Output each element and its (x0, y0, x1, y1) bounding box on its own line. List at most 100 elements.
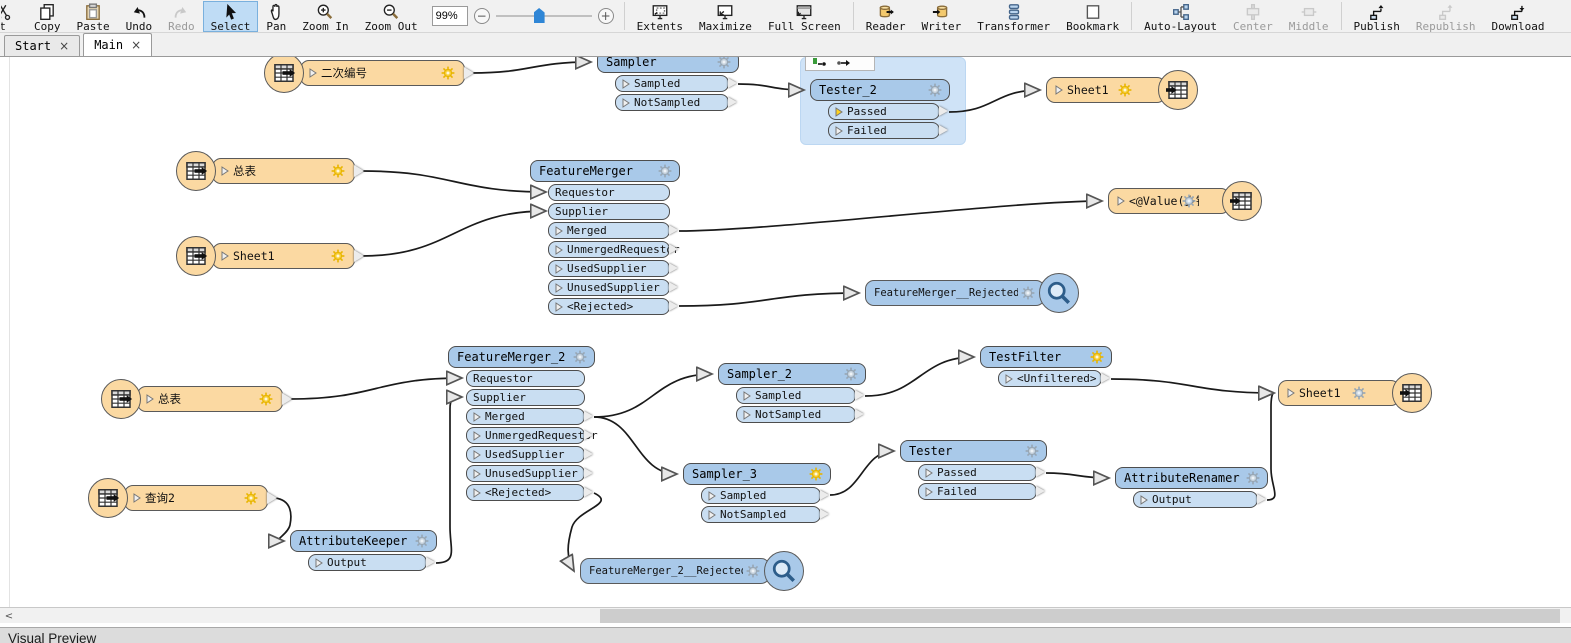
tab-close-icon[interactable]: × (131, 38, 141, 52)
transformer-title-bar[interactable]: FeatureMerger (530, 160, 680, 182)
port-failed[interactable]: Failed (918, 483, 1037, 500)
transformer-title-bar[interactable]: FeatureMerger_2 (448, 346, 595, 368)
node-featuremerger-2[interactable]: FeatureMerger_2 RequestorSupplierMergedU… (448, 346, 619, 507)
insert-transformer-icon[interactable] (812, 57, 828, 73)
node-reader-chaxun2[interactable]: 查询2 (88, 478, 288, 518)
scroll-left-arrow-icon[interactable]: < (2, 609, 16, 623)
reader-node-body[interactable]: 总表 (137, 386, 283, 412)
scrollbar-thumb[interactable] (600, 609, 1560, 623)
horizontal-scrollbar[interactable]: < (0, 607, 1571, 623)
gear-icon[interactable] (927, 82, 943, 98)
transformer-title-bar[interactable]: TestFilter (980, 346, 1112, 368)
port-requestor[interactable]: Requestor (548, 184, 670, 201)
toolbar-button-undo[interactable]: Undo (118, 1, 161, 32)
workflow-canvas[interactable]: 二次编号 Sampler SampledNotSampled Tester_2 … (0, 57, 1571, 607)
wire-e7[interactable] (679, 293, 859, 306)
output-connector[interactable] (282, 393, 292, 405)
toolbar-button-select[interactable]: Select (203, 1, 259, 32)
zoom-slider-thumb[interactable] (534, 8, 545, 23)
port-supplier[interactable]: Supplier (548, 203, 670, 220)
zoom-slider[interactable] (496, 8, 592, 24)
writer-node-body[interactable]: Sheet1 (1278, 380, 1400, 406)
wire-e6[interactable] (679, 201, 1102, 231)
gear-icon[interactable] (716, 57, 732, 70)
node-tester[interactable]: Tester PassedFailed (900, 440, 1071, 506)
reader-node-body[interactable]: 总表 (212, 158, 355, 184)
port-sampled[interactable]: Sampled (615, 75, 729, 92)
node-attributerenamer[interactable]: AttributeRenamer Output (1115, 467, 1292, 514)
toolbar-button-transformer[interactable]: Transformer (969, 1, 1058, 32)
gear-icon[interactable] (843, 366, 859, 382)
gear-icon[interactable] (808, 466, 824, 482)
gear-icon[interactable] (1351, 385, 1367, 401)
node-reader-erci-bianhao[interactable]: 二次编号 (264, 57, 485, 93)
gear-icon[interactable] (1117, 82, 1133, 98)
floating-mini-toolbar[interactable] (805, 57, 875, 71)
node-featuremerger[interactable]: FeatureMerger Requestor Supplier Merged Unm… (530, 160, 704, 321)
port-passed[interactable]: Passed (918, 464, 1037, 481)
transformer-title-bar[interactable]: Sampler (597, 57, 739, 73)
port-unmergedrequestor[interactable]: UnmergedRequestor (548, 241, 670, 258)
wire-e8[interactable] (290, 378, 462, 399)
zoom-percent-input[interactable] (432, 6, 468, 26)
gear-icon[interactable] (330, 163, 346, 179)
wire-e4[interactable] (362, 171, 546, 192)
gear-icon[interactable] (1020, 285, 1036, 301)
wire-e1[interactable] (472, 62, 591, 73)
gear-icon[interactable] (1181, 193, 1197, 209)
toolbar-button-full-screen[interactable]: Full Screen (760, 1, 849, 32)
gear-icon[interactable] (440, 65, 456, 81)
port-rejected[interactable]: <Rejected> (548, 298, 670, 315)
output-connector[interactable] (267, 492, 277, 504)
node-writer-value-xiangzhen[interactable]: <@Value(乡镇)> (1108, 181, 1270, 221)
node-reader-zongbiao-top[interactable]: 总表 (176, 151, 375, 191)
toolbar-button-zoom-in[interactable]: Zoom In (294, 1, 356, 32)
node-reader-sheet1[interactable]: Sheet1 (176, 236, 375, 276)
port-unusedsupplier[interactable]: UnusedSupplier (548, 279, 670, 296)
gear-icon[interactable] (1024, 443, 1040, 459)
port-rejected[interactable]: <Rejected> (466, 484, 585, 501)
node-reader-zongbiao-bottom[interactable]: 总表 (101, 379, 303, 419)
inspector-node-body[interactable]: FeatureMerger_2__Rejected_ (580, 558, 770, 584)
port-unfiltered[interactable]: <Unfiltered> (998, 370, 1102, 387)
toolbar-button-auto-layout[interactable]: Auto-Layout (1136, 1, 1225, 32)
gear-icon[interactable] (414, 533, 430, 549)
wire-e5[interactable] (362, 211, 546, 256)
port-merged[interactable]: Merged (548, 222, 670, 239)
port-sampled[interactable]: Sampled (736, 387, 856, 404)
port-output[interactable]: Output (308, 554, 427, 571)
toolbar-button-pan[interactable]: Pan (258, 1, 294, 32)
zoom-increase-button[interactable]: + (598, 8, 614, 24)
node-testfilter[interactable]: TestFilter <Unfiltered> (980, 346, 1136, 393)
visual-preview-panel-header[interactable]: Visual Preview (0, 627, 1571, 643)
tab-close-icon[interactable]: × (59, 39, 69, 53)
node-inspector-featuremerger-2-rejected[interactable]: FeatureMerger_2__Rejected_ (580, 551, 816, 591)
gear-icon[interactable] (657, 163, 673, 179)
port-usedsupplier[interactable]: UsedSupplier (548, 260, 670, 277)
zoom-decrease-button[interactable]: − (474, 8, 490, 24)
port-sampled[interactable]: Sampled (701, 487, 821, 504)
reader-node-body[interactable]: 二次编号 (300, 60, 465, 86)
toolbar-button-publish[interactable]: Publish (1346, 1, 1408, 32)
node-writer-sheet1-top[interactable]: Sheet1 (1046, 70, 1206, 110)
gear-icon[interactable] (330, 248, 346, 264)
gear-icon[interactable] (258, 391, 274, 407)
writer-node-body[interactable]: <@Value(乡镇)> (1108, 188, 1230, 214)
output-connector[interactable] (464, 67, 474, 79)
transformer-title-bar[interactable]: AttributeKeeper (290, 530, 437, 552)
port-passed[interactable]: Passed (828, 103, 940, 120)
port-notsampled[interactable]: NotSampled (701, 506, 821, 523)
output-connector[interactable] (354, 250, 364, 262)
port-merged[interactable]: Merged (466, 408, 585, 425)
toolbar-button-extents[interactable]: Extents (629, 1, 691, 32)
toolbar-button-copy[interactable]: Copy (26, 1, 69, 32)
reader-node-body[interactable]: Sheet1 (212, 243, 355, 269)
port-requestor[interactable]: Requestor (466, 370, 585, 387)
transformer-title-bar[interactable]: Sampler_3 (683, 463, 831, 485)
node-sampler-2[interactable]: Sampler_2 SampledNotSampled (718, 363, 890, 429)
toolbar-button-bookmark[interactable]: Bookmark (1058, 1, 1127, 32)
port-usedsupplier[interactable]: UsedSupplier (466, 446, 585, 463)
port-notsampled[interactable]: NotSampled (615, 94, 729, 111)
toolbar-button-maximize[interactable]: Maximize (691, 1, 760, 32)
insert-inspector-icon[interactable] (836, 57, 852, 73)
